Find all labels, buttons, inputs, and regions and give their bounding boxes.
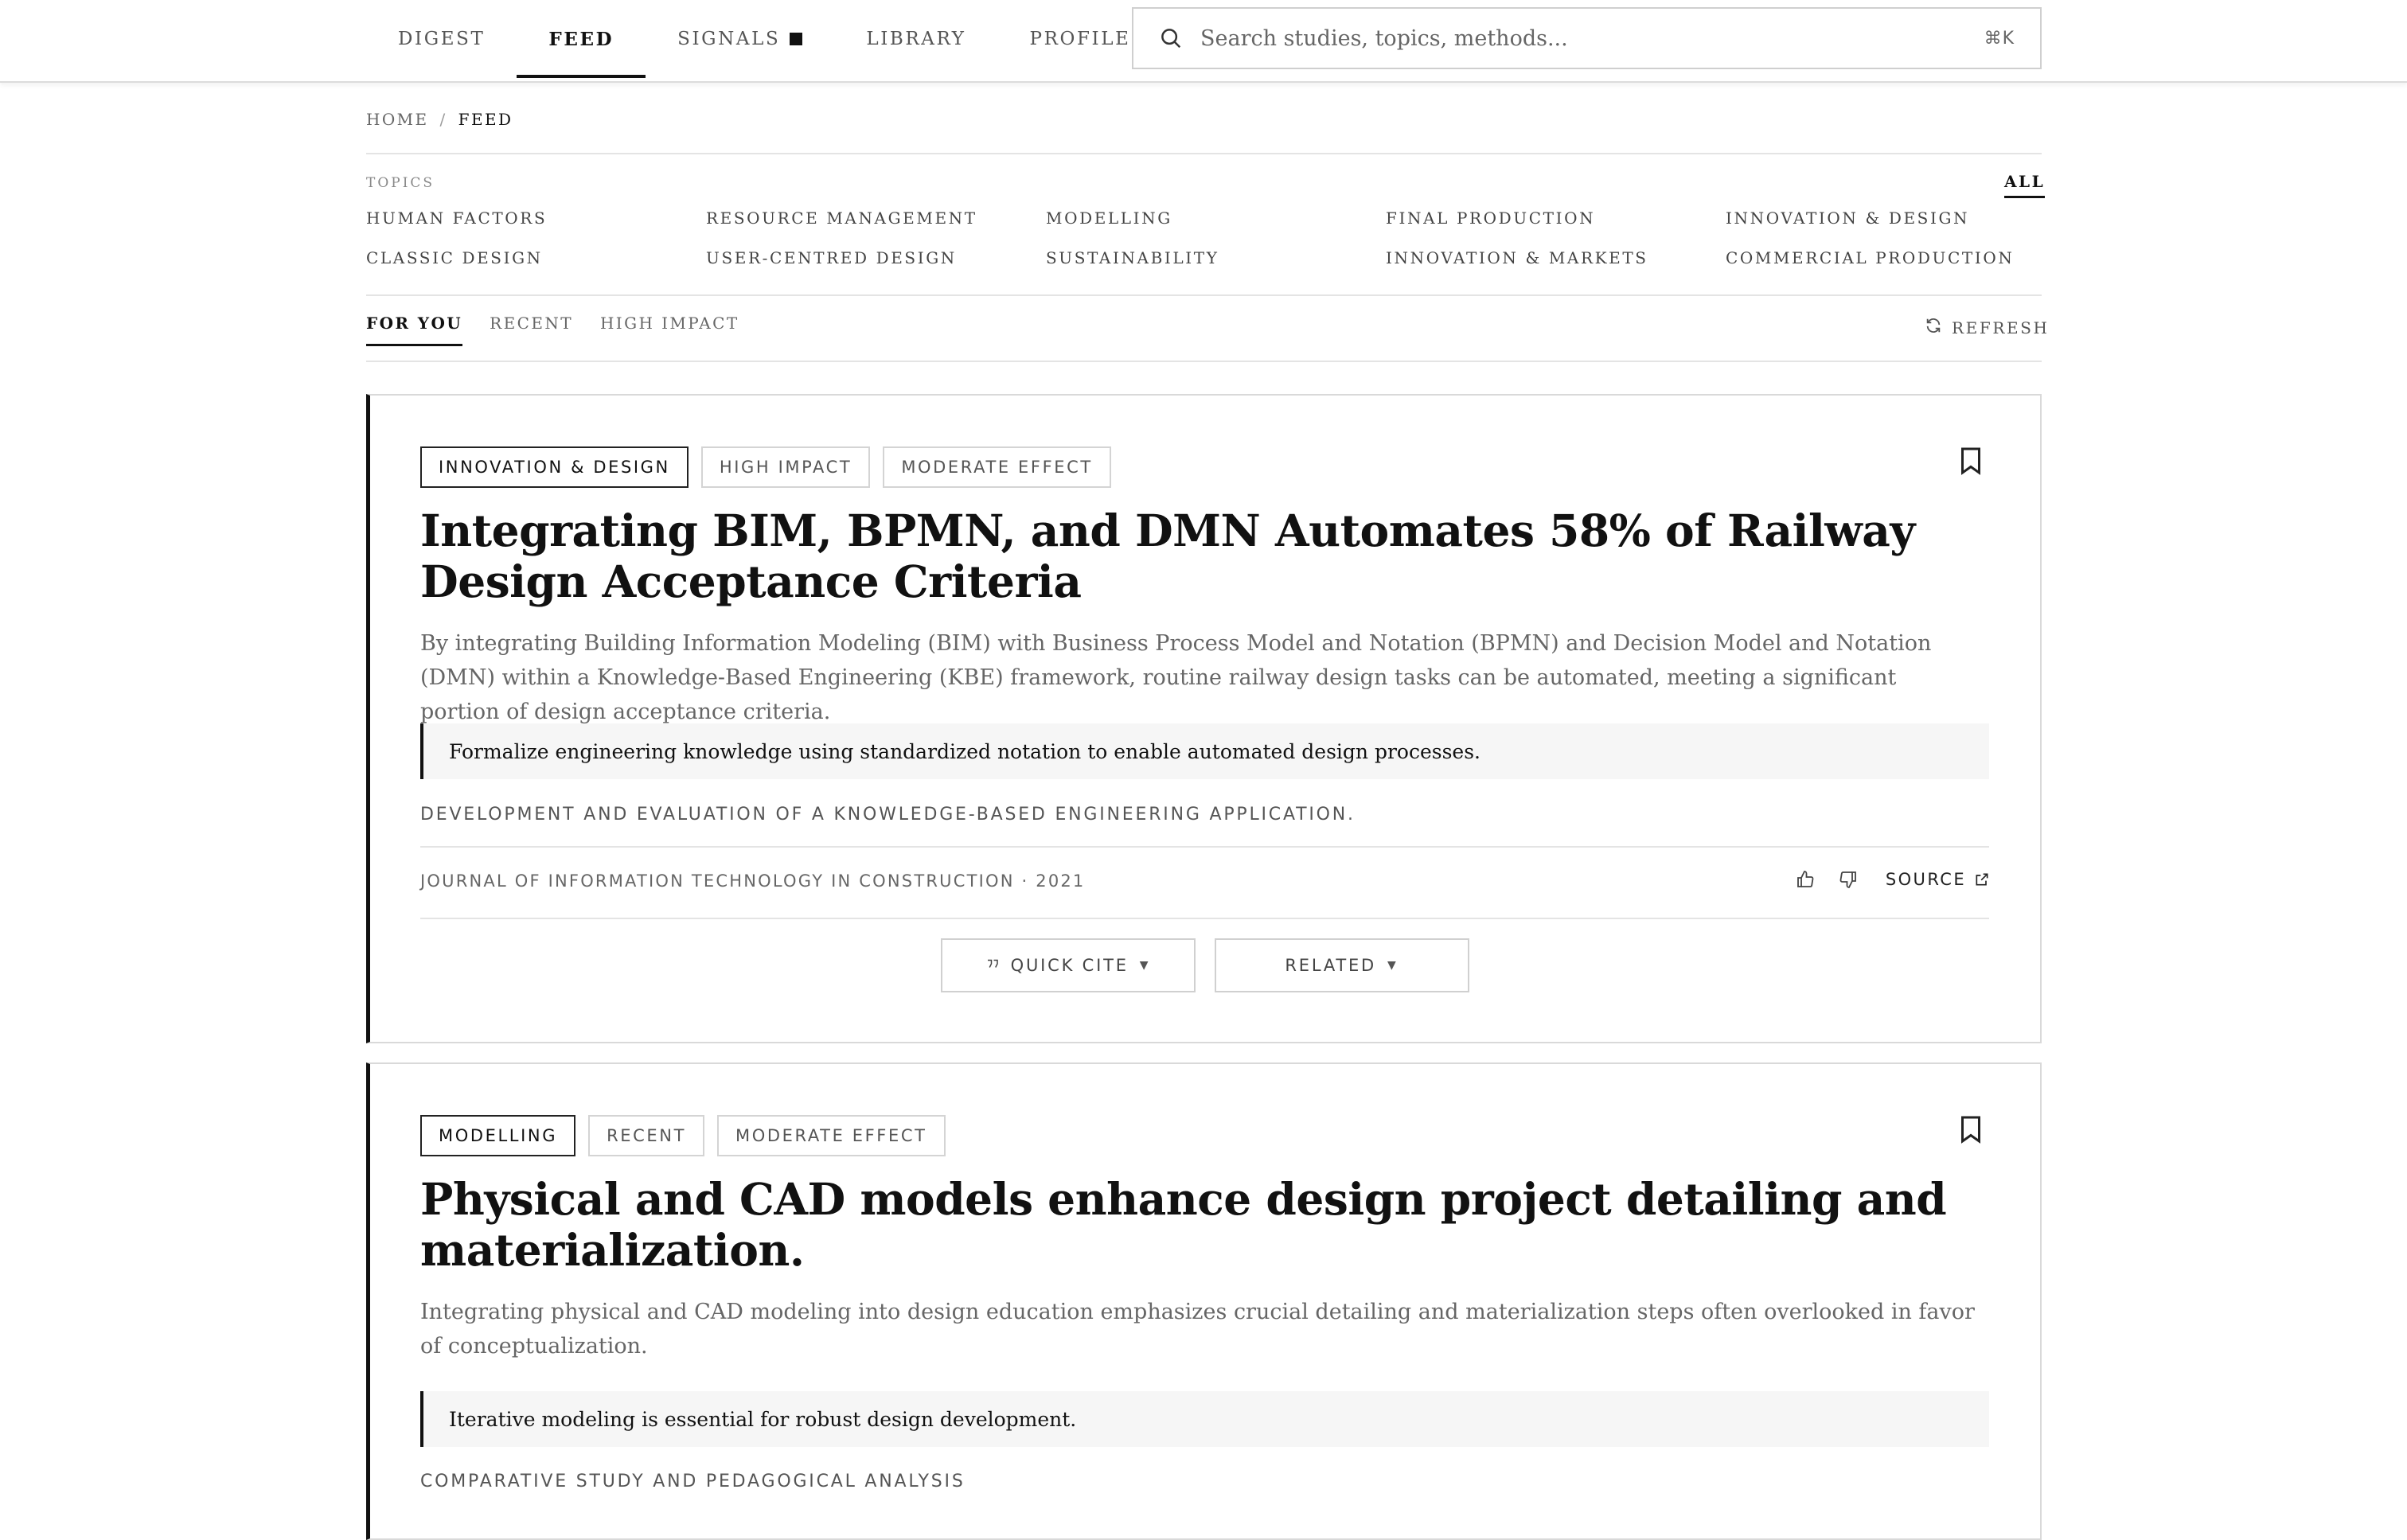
card-tags: MODELLING RECENT MODERATE EFFECT (420, 1115, 946, 1156)
tab-high-impact[interactable]: HIGH IMPACT (600, 314, 739, 346)
chevron-down-icon: ▼ (1139, 959, 1151, 972)
nav-library[interactable]: LIBRARY (834, 0, 997, 78)
card-summary: By integrating Building Information Mode… (420, 631, 1932, 724)
chevron-down-icon: ▼ (1387, 959, 1399, 972)
divider (366, 294, 2042, 296)
card-actions: QUICK CITE ▼ RELATED ▼ (420, 938, 1989, 992)
search-input[interactable] (1200, 25, 1984, 51)
topic-resource-management[interactable]: RESOURCE MANAGEMENT (706, 209, 1046, 228)
quote-icon (985, 956, 1000, 975)
nav-label: DIGEST (398, 29, 486, 49)
topic-human-factors[interactable]: HUMAN FACTORS (366, 209, 706, 228)
card-title[interactable]: Integrating BIM, BPMN, and DMN Automates… (420, 505, 1996, 607)
divider (420, 918, 1989, 919)
topic-sustainability[interactable]: SUSTAINABILITY (1046, 248, 1386, 267)
related-button[interactable]: RELATED ▼ (1214, 938, 1469, 992)
topic-tag[interactable]: INNOVATION & DESIGN (420, 446, 689, 488)
divider (366, 153, 2042, 154)
thumbs-down-icon (1839, 871, 1856, 888)
bookmark-button[interactable] (1955, 1113, 1987, 1148)
search-icon (1157, 25, 1184, 52)
external-link-icon (1976, 873, 1988, 886)
card-insight: Formalize engineering knowledge using st… (420, 723, 1989, 779)
card-publication: JOURNAL OF INFORMATION TECHNOLOGY IN CON… (420, 871, 1086, 891)
topic-classic-design[interactable]: CLASSIC DESIGN (366, 248, 706, 267)
topic-modelling[interactable]: MODELLING (1046, 209, 1386, 228)
topic-innovation-design[interactable]: INNOVATION & DESIGN (1726, 209, 2066, 228)
topics-grid: HUMAN FACTORS RESOURCE MANAGEMENT MODELL… (366, 209, 2042, 267)
card-insight: Iterative modeling is essential for robu… (420, 1391, 1989, 1447)
thumbs-down-button[interactable] (1836, 867, 1860, 891)
breadcrumb-separator: / (439, 110, 447, 129)
thumbs-up-icon (1796, 871, 1814, 887)
nav-digest[interactable]: DIGEST (366, 0, 517, 78)
topic-user-centred-design[interactable]: USER-CENTRED DESIGN (706, 248, 1046, 267)
source-label: SOURCE (1885, 870, 1966, 889)
bookmark-icon (1959, 1115, 1983, 1147)
nav-feed[interactable]: FEED (517, 0, 646, 78)
search-shortcut: ⌘K (1984, 28, 2015, 49)
quick-cite-button[interactable]: QUICK CITE ▼ (940, 938, 1196, 992)
effect-tag: MODERATE EFFECT (883, 446, 1111, 488)
bookmark-icon (1959, 446, 1983, 478)
effect-tag: MODERATE EFFECT (717, 1115, 946, 1156)
breadcrumb-home[interactable]: HOME (366, 110, 429, 129)
nav-label: LIBRARY (866, 29, 966, 49)
refresh-icon (1925, 317, 1942, 338)
study-card: MODELLING RECENT MODERATE EFFECT Physica… (366, 1062, 2042, 1540)
card-title[interactable]: Physical and CAD models enhance design p… (420, 1174, 1996, 1276)
nav-signals[interactable]: SIGNALS (646, 0, 834, 78)
divider (366, 361, 2042, 362)
impact-tag: HIGH IMPACT (700, 446, 871, 488)
topic-tag[interactable]: MODELLING (420, 1115, 576, 1156)
feed-tabs: FOR YOU RECENT HIGH IMPACT (366, 314, 739, 346)
breadcrumb-current: FEED (458, 110, 513, 129)
card-method: DEVELOPMENT AND EVALUATION OF A KNOWLEDG… (420, 805, 1356, 825)
related-label: RELATED (1285, 956, 1377, 975)
main-nav: DIGEST FEED SIGNALS LIBRARY PROFILE (366, 0, 1162, 83)
signal-indicator-icon (790, 33, 803, 45)
quick-cite-label: QUICK CITE (1010, 956, 1129, 975)
card-method: COMPARATIVE STUDY AND PEDAGOGICAL ANALYS… (420, 1472, 966, 1491)
search-bar[interactable]: ⌘K (1132, 7, 2042, 69)
card-tags: INNOVATION & DESIGN HIGH IMPACT MODERATE… (420, 446, 1111, 488)
nav-label: SIGNALS (677, 29, 781, 49)
divider (420, 846, 1989, 848)
topic-commercial-production[interactable]: COMMERCIAL PRODUCTION (1726, 248, 2066, 267)
refresh-label: REFRESH (1952, 318, 2050, 337)
nav-label: PROFILE (1029, 29, 1131, 49)
nav-label: FEED (548, 28, 614, 50)
topics-label: TOPICS (366, 175, 435, 191)
refresh-button[interactable]: REFRESH (1925, 317, 2050, 338)
card-feedback-actions: SOURCE (1793, 867, 1990, 891)
card-summary: Integrating physical and CAD modeling in… (420, 1300, 1975, 1359)
breadcrumb: HOME / FEED (366, 110, 2042, 129)
topics-all-link[interactable]: ALL (2004, 172, 2046, 198)
recency-tag: RECENT (588, 1115, 704, 1156)
tab-recent[interactable]: RECENT (490, 314, 573, 346)
topic-innovation-markets[interactable]: INNOVATION & MARKETS (1386, 248, 1726, 267)
study-card: INNOVATION & DESIGN HIGH IMPACT MODERATE… (366, 394, 2042, 1043)
top-navigation-bar: DIGEST FEED SIGNALS LIBRARY PROFILE ⌘K (0, 0, 2407, 83)
source-link[interactable]: SOURCE (1886, 870, 1990, 889)
tab-for-you[interactable]: FOR YOU (366, 314, 463, 346)
bookmark-button[interactable] (1955, 445, 1987, 480)
topic-final-production[interactable]: FINAL PRODUCTION (1386, 209, 1726, 228)
thumbs-up-button[interactable] (1793, 867, 1817, 891)
